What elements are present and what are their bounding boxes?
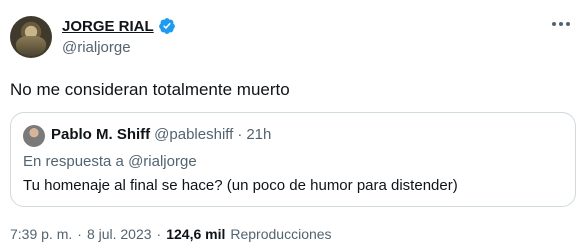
dot [552,22,556,26]
quoted-author-avatar [23,125,45,147]
avatar-figure [16,36,46,56]
tweet-date[interactable]: 8 jul. 2023 [87,226,152,242]
tweet-meta: 7:39 p. m. · 8 jul. 2023 · 124,6 mil Rep… [10,226,332,242]
quoted-tweet-text: Tu homenaje al final se hace? (un poco d… [23,177,458,194]
reply-prefix: En respuesta a [23,153,124,170]
quoted-separator: · [237,126,243,143]
author-handle[interactable]: @rialjorge [62,39,131,56]
quoted-author-name: Pablo M. Shiff [51,126,151,143]
author-avatar[interactable] [10,16,52,58]
more-options-icon[interactable] [552,22,572,28]
quoted-author-handle: @pableshiff [154,126,234,143]
views-label: Reproducciones [230,226,332,242]
reply-mention: @rialjorge [128,153,197,170]
quoted-tweet-card[interactable]: Pablo M. Shiff @pableshiff · 21h En resp… [10,112,576,207]
quoted-tweet-header: Pablo M. Shiff @pableshiff · 21h [51,126,271,143]
quoted-time: 21h [246,126,272,143]
meta-separator: · [156,226,162,242]
views-count[interactable]: 124,6 mil [166,226,225,242]
verified-badge-icon [158,18,175,34]
dot [559,22,563,26]
tweet-card: JORGE RIAL @rialjorge No me consideran t… [0,0,588,252]
meta-separator: · [77,226,82,242]
tweet-time[interactable]: 7:39 p. m. [10,226,72,242]
author-display-name[interactable]: JORGE RIAL [62,18,154,35]
author-name-row: JORGE RIAL [62,17,176,35]
dot [566,22,570,26]
reply-context: En respuesta a @rialjorge [23,153,197,170]
tweet-text: No me consideran totalmente muerto [10,80,290,99]
